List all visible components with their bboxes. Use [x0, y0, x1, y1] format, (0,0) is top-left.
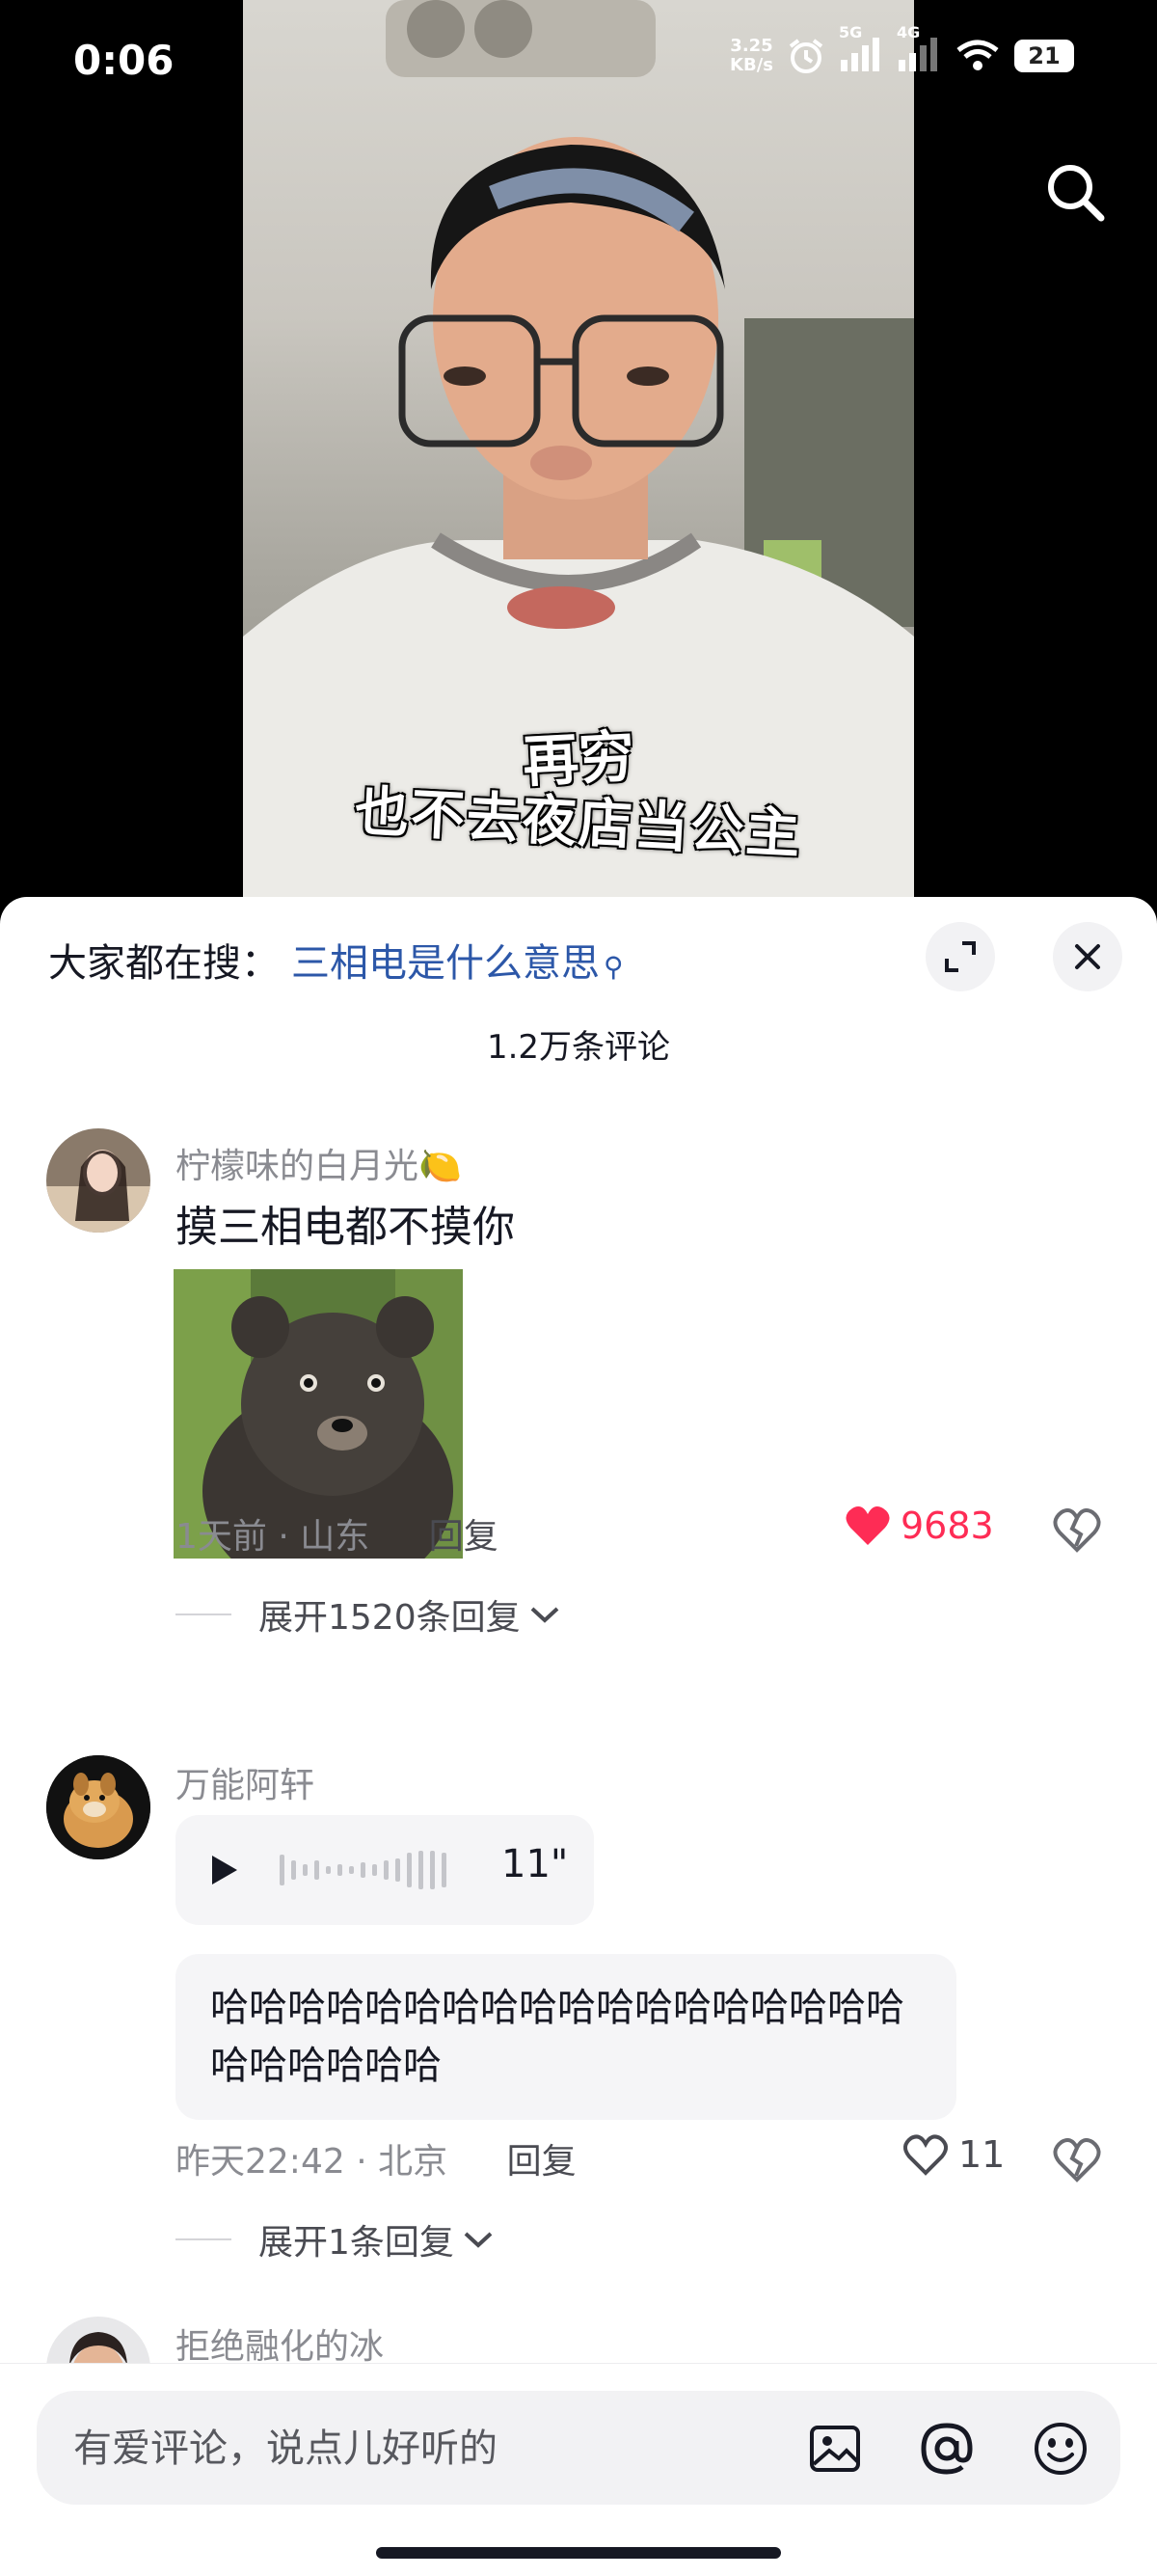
at-icon[interactable]: [918, 2420, 976, 2478]
comment-input[interactable]: [71, 2391, 808, 2507]
divider-line: [175, 2238, 231, 2240]
comment-username-text: 柠檬味的白月光: [175, 1147, 419, 1186]
signal-bars-icon: [899, 38, 937, 71]
home-indicator[interactable]: [376, 2547, 781, 2559]
signal-4g-label: 4G: [897, 23, 921, 41]
expand-replies-label: 展开1520条回复: [258, 1598, 521, 1638]
broken-heart-icon[interactable]: [1053, 1507, 1101, 1554]
reply-button[interactable]: 回复: [507, 2142, 577, 2182]
chevron-down-icon: [464, 2232, 493, 2248]
expand-replies-label: 展开1条回复: [258, 2223, 454, 2263]
expand-icon: [945, 941, 976, 972]
network-speed-value: 3.25: [730, 36, 773, 56]
alarm-icon: [789, 39, 823, 73]
chevron-down-icon: [530, 1607, 558, 1623]
heart-filled-icon: [846, 1506, 890, 1545]
comment-input-area: [0, 2363, 1157, 2576]
comment-time: 1天前: [175, 1517, 267, 1557]
hot-search-query[interactable]: 三相电是什么意思: [291, 941, 600, 986]
status-time: 0:06: [73, 37, 175, 84]
waveform-icon: [280, 1851, 446, 1889]
close-icon: [1075, 944, 1100, 969]
comment-username[interactable]: 万能阿轩: [175, 1757, 314, 1807]
expand-replies[interactable]: 展开1520条回复: [175, 1589, 561, 1640]
status-icons: 3.25 KB/s 5G 4G 21: [730, 23, 1074, 75]
comment-input-bar[interactable]: [37, 2391, 1120, 2507]
broken-heart-icon[interactable]: [1053, 2137, 1101, 2183]
reply-button[interactable]: 回复: [429, 1517, 498, 1557]
signal-5g: 5G: [839, 23, 883, 75]
status-bar: 0:06 3.25 KB/s 5G 4G 21: [0, 0, 1157, 125]
video-frame[interactable]: 再穷 也不去夜店当公主: [243, 0, 914, 907]
heart-outline-icon: [903, 2134, 948, 2176]
network-speed: 3.25 KB/s: [730, 37, 773, 75]
avatar-image: [46, 1128, 150, 1233]
avatar[interactable]: [46, 1128, 150, 1233]
avatar-image: [46, 1755, 150, 1859]
meta-dot: ·: [356, 2142, 379, 2182]
video-player[interactable]: 再穷 也不去夜店当公主 0:06 3.25 KB/s 5G 4G 21: [0, 0, 1157, 907]
signal-4g: 4G: [897, 23, 941, 75]
expand-button[interactable]: [926, 922, 995, 991]
wifi-icon: [956, 40, 999, 70]
close-button[interactable]: [1053, 922, 1122, 991]
comment-text: 摸三相电都不摸你: [175, 1203, 515, 1252]
network-speed-unit: KB/s: [730, 55, 773, 75]
like-button[interactable]: 11: [902, 2133, 1005, 2176]
search-icon[interactable]: [1041, 158, 1111, 228]
comment-count-title: 1.2万条评论: [486, 1028, 671, 1067]
signal-5g-label: 5G: [839, 23, 863, 41]
emoji-icon[interactable]: [1032, 2420, 1090, 2478]
comment-location: 山东: [300, 1517, 370, 1557]
hot-search-bar[interactable]: 大家都在搜： 三相电是什么意思 ⚲: [48, 932, 624, 988]
signal-bars-icon: [841, 38, 879, 71]
like-count: 9683: [901, 1505, 994, 1547]
comment-text: 哈哈哈哈哈哈哈哈哈哈哈哈哈哈哈哈哈哈哈哈哈哈哈哈: [175, 1954, 956, 2120]
comment-meta: 昨天22:42 · 北京 回复: [175, 2133, 577, 2183]
comment-sheet: 大家都在搜： 三相电是什么意思 ⚲ 1.2万条评论 柠檬味的白月光🍋 摸三相电都不摸…: [0, 897, 1157, 2575]
divider-line: [175, 1613, 231, 1615]
voice-duration: 11": [501, 1842, 569, 1886]
like-count: 11: [958, 2133, 1006, 2176]
lemon-emoji: 🍋: [418, 1147, 462, 1186]
comment-username[interactable]: 柠檬味的白月光🍋: [175, 1138, 462, 1188]
comment-time: 昨天22:42: [175, 2142, 345, 2182]
comment-location: 北京: [378, 2142, 448, 2182]
battery-indicator: 21: [1014, 40, 1074, 72]
small-search-icon: ⚲: [604, 951, 624, 983]
play-icon[interactable]: [210, 1854, 239, 1886]
meta-dot: ·: [278, 1517, 301, 1557]
voice-message[interactable]: 11": [175, 1815, 594, 1925]
avatar[interactable]: [46, 1755, 150, 1859]
hot-search-label: 大家都在搜：: [48, 941, 280, 986]
comment-meta: 1天前 · 山东 回复: [175, 1508, 498, 1559]
comment-username[interactable]: 拒绝融化的冰: [175, 2318, 384, 2369]
like-button[interactable]: 9683: [845, 1505, 994, 1547]
image-icon[interactable]: [806, 2420, 864, 2478]
expand-replies[interactable]: 展开1条回复: [175, 2214, 495, 2264]
